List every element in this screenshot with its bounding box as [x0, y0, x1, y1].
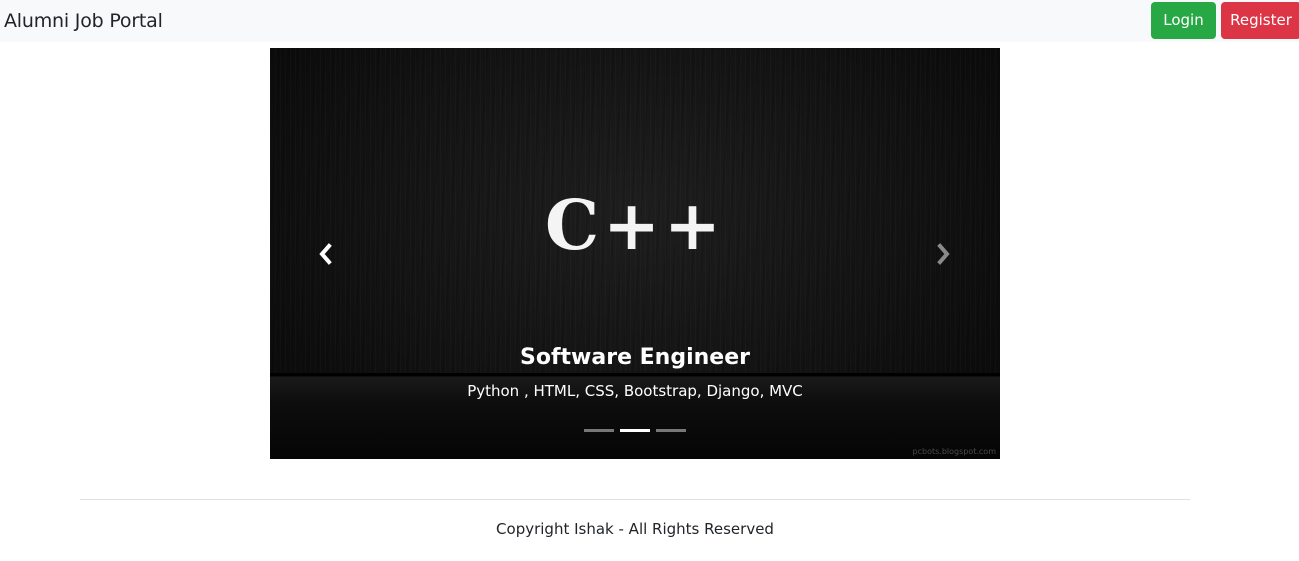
chevron-right-icon — [937, 243, 950, 265]
carousel-next-button[interactable] — [924, 234, 964, 274]
login-button[interactable]: Login — [1151, 2, 1216, 39]
carousel-prev-button[interactable] — [305, 234, 345, 274]
navbar: Alumni Job Portal Login Register — [0, 0, 1299, 42]
carousel-indicator-3[interactable] — [656, 429, 686, 432]
image-watermark: pcbots.blogspot.com — [912, 447, 996, 456]
carousel-caption-title: Software Engineer — [520, 345, 750, 370]
carousel-indicators — [584, 429, 686, 433]
carousel-caption-text: Python , HTML, CSS, Bootstrap, Django, M… — [467, 382, 803, 400]
register-button[interactable]: Register — [1221, 2, 1299, 39]
chevron-left-icon — [319, 243, 332, 265]
carousel-indicator-2[interactable] — [620, 429, 650, 432]
brand-title[interactable]: Alumni Job Portal — [4, 9, 163, 33]
slide-image-cpp-logo: C++ — [544, 186, 726, 266]
carousel: C++ Software Engineer Python , HTML, CSS… — [270, 48, 1000, 459]
carousel-indicator-1[interactable] — [584, 429, 614, 432]
footer-divider — [80, 499, 1190, 500]
footer-copyright: Copyright Ishak - All Rights Reserved — [496, 520, 774, 538]
